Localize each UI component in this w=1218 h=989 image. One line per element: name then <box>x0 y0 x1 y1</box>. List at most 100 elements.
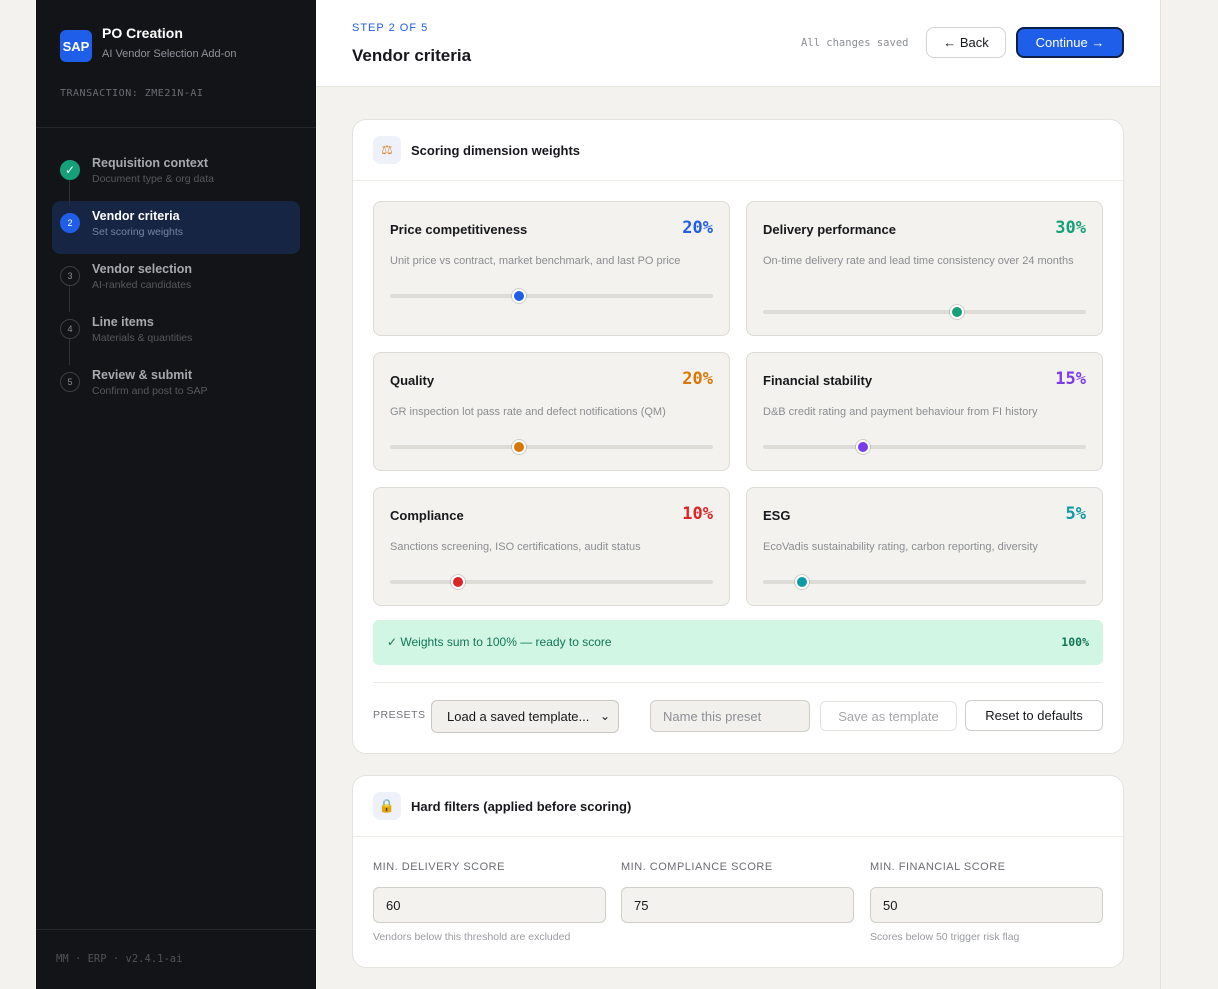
step-vendor-criteria[interactable]: 2 Vendor criteria Set scoring weights <box>52 201 300 254</box>
back-button[interactable]: ← Back <box>926 27 1006 58</box>
slider-thumb[interactable] <box>512 289 527 303</box>
filter-compliance: MIN. COMPLIANCE SCORE 75 <box>621 861 854 931</box>
save-status: All changes saved <box>801 37 909 49</box>
step-title: Vendor criteria <box>92 209 180 223</box>
slider-thumb[interactable] <box>856 440 871 454</box>
weight-slider[interactable] <box>390 575 713 589</box>
dimension-price: Price competitiveness 20% Unit price vs … <box>373 201 730 336</box>
slider-thumb[interactable] <box>949 305 964 319</box>
dimension-description: Sanctions screening, ISO certifications,… <box>390 541 641 553</box>
filter-financial: MIN. FINANCIAL SCORE 50 Scores below 50 … <box>870 861 1103 943</box>
dimension-financial: Financial stability 15% D&B credit ratin… <box>746 352 1103 471</box>
continue-button[interactable]: Continue → <box>1016 27 1124 58</box>
slider-thumb[interactable] <box>512 440 527 454</box>
filter-label: MIN. DELIVERY SCORE <box>373 861 505 873</box>
dimension-delivery: Delivery performance 30% On-time deliver… <box>746 201 1103 336</box>
presets-label: PRESETS <box>373 709 426 721</box>
transaction-code: TRANSACTION: ZME21N-AI <box>60 88 204 99</box>
app-subtitle: AI Vendor Selection Add-on <box>102 48 237 60</box>
weight-slider[interactable] <box>390 440 713 454</box>
weights-card-header: ⚖ Scoring dimension weights <box>353 120 1123 181</box>
dimension-name: Price competitiveness <box>390 222 528 237</box>
dimension-description: GR inspection lot pass rate and defect n… <box>390 406 666 418</box>
min-delivery-input[interactable]: 60 <box>373 887 606 923</box>
step-subtitle: Document type & org data <box>92 173 214 185</box>
filters-title: Hard filters (applied before scoring) <box>411 798 632 814</box>
chevron-down-icon: ⌄ <box>599 709 610 723</box>
filters-card-header: 🔒 Hard filters (applied before scoring) <box>353 776 1123 837</box>
dimension-description: EcoVadis sustainability rating, carbon r… <box>763 541 1038 553</box>
weight-slider[interactable] <box>390 289 713 303</box>
preset-select[interactable]: Load a saved template... ⌄ <box>431 700 619 733</box>
scale-icon: ⚖ <box>373 136 401 164</box>
slider-thumb[interactable] <box>794 575 809 589</box>
main-content: STEP 2 OF 5 Vendor criteria All changes … <box>316 0 1161 989</box>
weights-total: 100% <box>1061 635 1089 649</box>
filters-card: 🔒 Hard filters (applied before scoring) … <box>352 775 1124 968</box>
step-number: 4 <box>60 319 80 339</box>
dimension-name: Delivery performance <box>763 222 896 237</box>
preset-select-value: Load a saved template... <box>447 709 590 724</box>
weights-title: Scoring dimension weights <box>411 142 581 158</box>
step-requisition-context[interactable]: ✓ Requisition context Document type & or… <box>52 148 300 206</box>
step-number: 2 <box>60 213 80 233</box>
dimension-description: On-time delivery rate and lead time cons… <box>763 255 1074 267</box>
step-subtitle: Set scoring weights <box>92 226 184 238</box>
reset-defaults-button[interactable]: Reset to defaults <box>965 700 1103 731</box>
step-connector <box>69 335 70 365</box>
dimension-name: Compliance <box>390 508 464 523</box>
step-title: Line items <box>92 315 154 329</box>
step-subtitle: Confirm and post to SAP <box>92 385 208 397</box>
dimension-esg: ESG 5% EcoVadis sustainability rating, c… <box>746 487 1103 606</box>
weight-slider[interactable] <box>763 575 1086 589</box>
dimension-quality: Quality 20% GR inspection lot pass rate … <box>373 352 730 471</box>
step-title: Vendor selection <box>92 262 193 276</box>
filter-help: Scores below 50 trigger risk flag <box>870 931 1020 943</box>
step-vendor-selection[interactable]: 3 Vendor selection AI-ranked candidates <box>52 254 300 312</box>
step-subtitle: Materials & quantities <box>92 332 193 344</box>
step-list: ✓ Requisition context Document type & or… <box>52 148 300 413</box>
sap-logo: SAP <box>60 30 92 62</box>
slider-thumb[interactable] <box>450 575 465 589</box>
preset-name-input[interactable] <box>650 700 810 732</box>
page-header: STEP 2 OF 5 Vendor criteria All changes … <box>316 0 1160 87</box>
app-title: PO Creation <box>102 25 183 41</box>
dimension-percent: 30% <box>1055 218 1086 238</box>
dimension-description: Unit price vs contract, market benchmark… <box>390 255 681 267</box>
dimension-percent: 20% <box>682 369 713 389</box>
weight-slider[interactable] <box>763 305 1086 319</box>
dimension-description: D&B credit rating and payment behaviour … <box>763 406 1038 418</box>
page-title: Vendor criteria <box>352 46 472 65</box>
weights-status-text: ✓ Weights sum to 100% — ready to score <box>387 635 612 649</box>
step-number: 3 <box>60 266 80 286</box>
brand: SAP PO Creation AI Vendor Selection Add-… <box>60 24 237 62</box>
weight-slider[interactable] <box>763 440 1086 454</box>
step-review-submit[interactable]: 5 Review & submit Confirm and post to SA… <box>52 360 300 413</box>
step-line-items[interactable]: 4 Line items Materials & quantities <box>52 307 300 365</box>
weights-status-banner: ✓ Weights sum to 100% — ready to score 1… <box>373 620 1103 665</box>
step-subtitle: AI-ranked candidates <box>92 279 192 291</box>
lock-icon: 🔒 <box>373 792 401 820</box>
step-connector <box>69 176 70 206</box>
min-compliance-input[interactable]: 75 <box>621 887 854 923</box>
dimension-percent: 20% <box>682 218 713 238</box>
weights-card: ⚖ Scoring dimension weights Price compet… <box>352 119 1124 754</box>
step-title: Requisition context <box>92 156 208 170</box>
sidebar: SAP PO Creation AI Vendor Selection Add-… <box>36 0 316 989</box>
dimension-percent: 5% <box>1065 504 1086 524</box>
min-financial-input[interactable]: 50 <box>870 887 1103 923</box>
dimension-percent: 10% <box>682 504 713 524</box>
step-number: 5 <box>60 372 80 392</box>
dimension-name: Quality <box>390 373 435 388</box>
sidebar-footer-divider <box>36 929 316 930</box>
filter-help: Vendors below this threshold are exclude… <box>373 931 571 943</box>
step-indicator: STEP 2 OF 5 <box>352 22 429 34</box>
presets-divider <box>373 682 1103 683</box>
filter-label: MIN. FINANCIAL SCORE <box>870 861 1006 873</box>
check-icon: ✓ <box>60 160 80 180</box>
sidebar-divider <box>36 127 316 128</box>
filter-delivery: MIN. DELIVERY SCORE 60 Vendors below thi… <box>373 861 606 943</box>
dimension-compliance: Compliance 10% Sanctions screening, ISO … <box>373 487 730 606</box>
step-connector <box>69 282 70 312</box>
save-template-button[interactable]: Save as template <box>820 701 957 731</box>
